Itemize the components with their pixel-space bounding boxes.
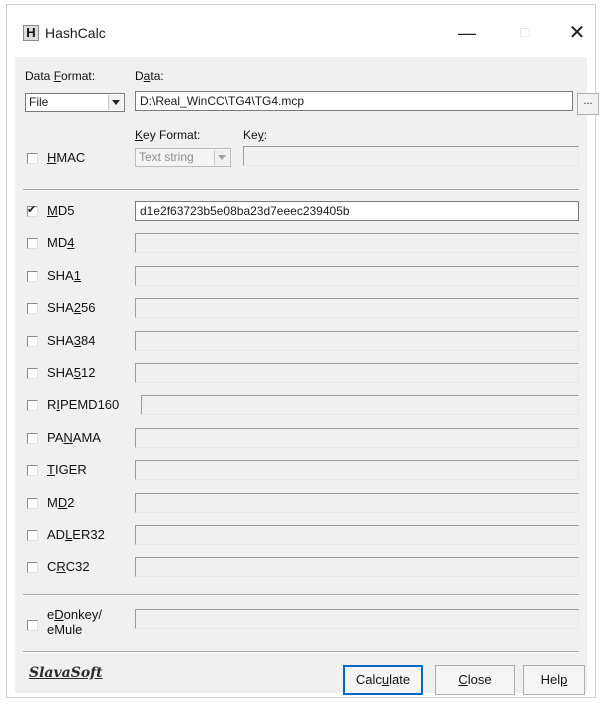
algorithm-checkbox[interactable] [27, 562, 38, 573]
hmac-checkbox[interactable] [27, 153, 38, 164]
window-title: HashCalc [45, 25, 106, 41]
algorithm-label: TIGER [47, 462, 87, 477]
algorithm-hash-output [135, 460, 579, 480]
algorithm-hash-output [135, 233, 579, 253]
algorithm-hash-output [135, 331, 579, 351]
algorithm-hash-output[interactable]: d1e2f63723b5e08ba23d7eeec239405b [135, 201, 579, 221]
separator [23, 594, 579, 596]
algorithm-hash-output [135, 557, 579, 577]
dialog-content: Data Format: File Data: D:\Real_WinCC\TG… [15, 57, 599, 695]
algorithm-hash-output [135, 298, 579, 318]
data-input[interactable]: D:\Real_WinCC\TG4\TG4.mcp [135, 91, 573, 111]
data-format-value: File [29, 95, 49, 109]
algorithm-checkbox[interactable] [27, 465, 38, 476]
key-format-label: Key Format: [135, 128, 201, 142]
key-format-select: Text string [135, 148, 231, 167]
algorithm-checkbox[interactable] [27, 433, 38, 444]
title-bar[interactable]: H HashCalc — □ ✕ [7, 5, 595, 55]
key-label: Key: [243, 128, 268, 142]
separator [23, 189, 579, 191]
hashcalc-window: H HashCalc — □ ✕ Data Format: File Data:… [6, 4, 599, 698]
edonkey-output [135, 609, 579, 629]
algorithm-label: MD5 [47, 203, 75, 218]
calculate-button[interactable]: Calculate [343, 665, 423, 695]
edonkey-label: eDonkey/eMule [47, 607, 102, 637]
edonkey-checkbox[interactable] [27, 620, 38, 631]
algorithm-checkbox[interactable] [27, 336, 38, 347]
hmac-label: HMAC [47, 150, 86, 165]
algorithm-label: RIPEMD160 [47, 397, 120, 412]
algorithm-checkbox[interactable] [27, 530, 38, 541]
slavasoft-logo[interactable]: SlavaSoft [29, 665, 103, 681]
help-button[interactable]: Help [523, 665, 585, 695]
algorithm-checkbox[interactable] [27, 203, 38, 217]
algorithm-label: SHA256 [47, 300, 96, 315]
data-format-select[interactable]: File [25, 93, 125, 112]
algorithm-label: SHA1 [47, 268, 81, 283]
maximize-button: □ [520, 24, 530, 41]
algorithm-hash-output [141, 395, 579, 415]
algorithm-label: PANAMA [47, 430, 101, 445]
key-format-value: Text string [139, 150, 194, 164]
algorithm-label: SHA512 [47, 365, 96, 380]
algorithm-checkbox[interactable] [27, 238, 38, 249]
chevron-down-icon [108, 95, 123, 110]
algorithm-hash-output [135, 266, 579, 286]
algorithm-checkbox[interactable] [27, 368, 38, 379]
algorithm-hash-output [135, 428, 579, 448]
algorithm-label: MD4 [47, 235, 75, 250]
minimize-button[interactable]: — [447, 19, 487, 47]
algorithm-checkbox[interactable] [27, 271, 38, 282]
data-label: Data: [135, 69, 164, 83]
chevron-down-icon [214, 150, 229, 165]
algorithm-checkbox[interactable] [27, 303, 38, 314]
algorithm-hash-output [135, 363, 579, 383]
algorithm-checkbox[interactable] [27, 400, 38, 411]
app-icon: H [23, 25, 39, 41]
algorithm-label: ADLER32 [47, 527, 105, 542]
key-input [243, 146, 579, 166]
algorithm-hash-output [135, 493, 579, 513]
browse-button[interactable]: ... [577, 93, 599, 115]
data-format-label: Data Format: [25, 69, 96, 83]
algorithm-checkbox[interactable] [27, 498, 38, 509]
algorithm-hash-output [135, 525, 579, 545]
close-button[interactable]: Close [435, 665, 515, 695]
algorithm-label: CRC32 [47, 559, 90, 574]
separator [23, 651, 579, 653]
algorithm-label: MD2 [47, 495, 75, 510]
close-window-button[interactable]: ✕ [557, 19, 597, 47]
algorithm-label: SHA384 [47, 333, 96, 348]
